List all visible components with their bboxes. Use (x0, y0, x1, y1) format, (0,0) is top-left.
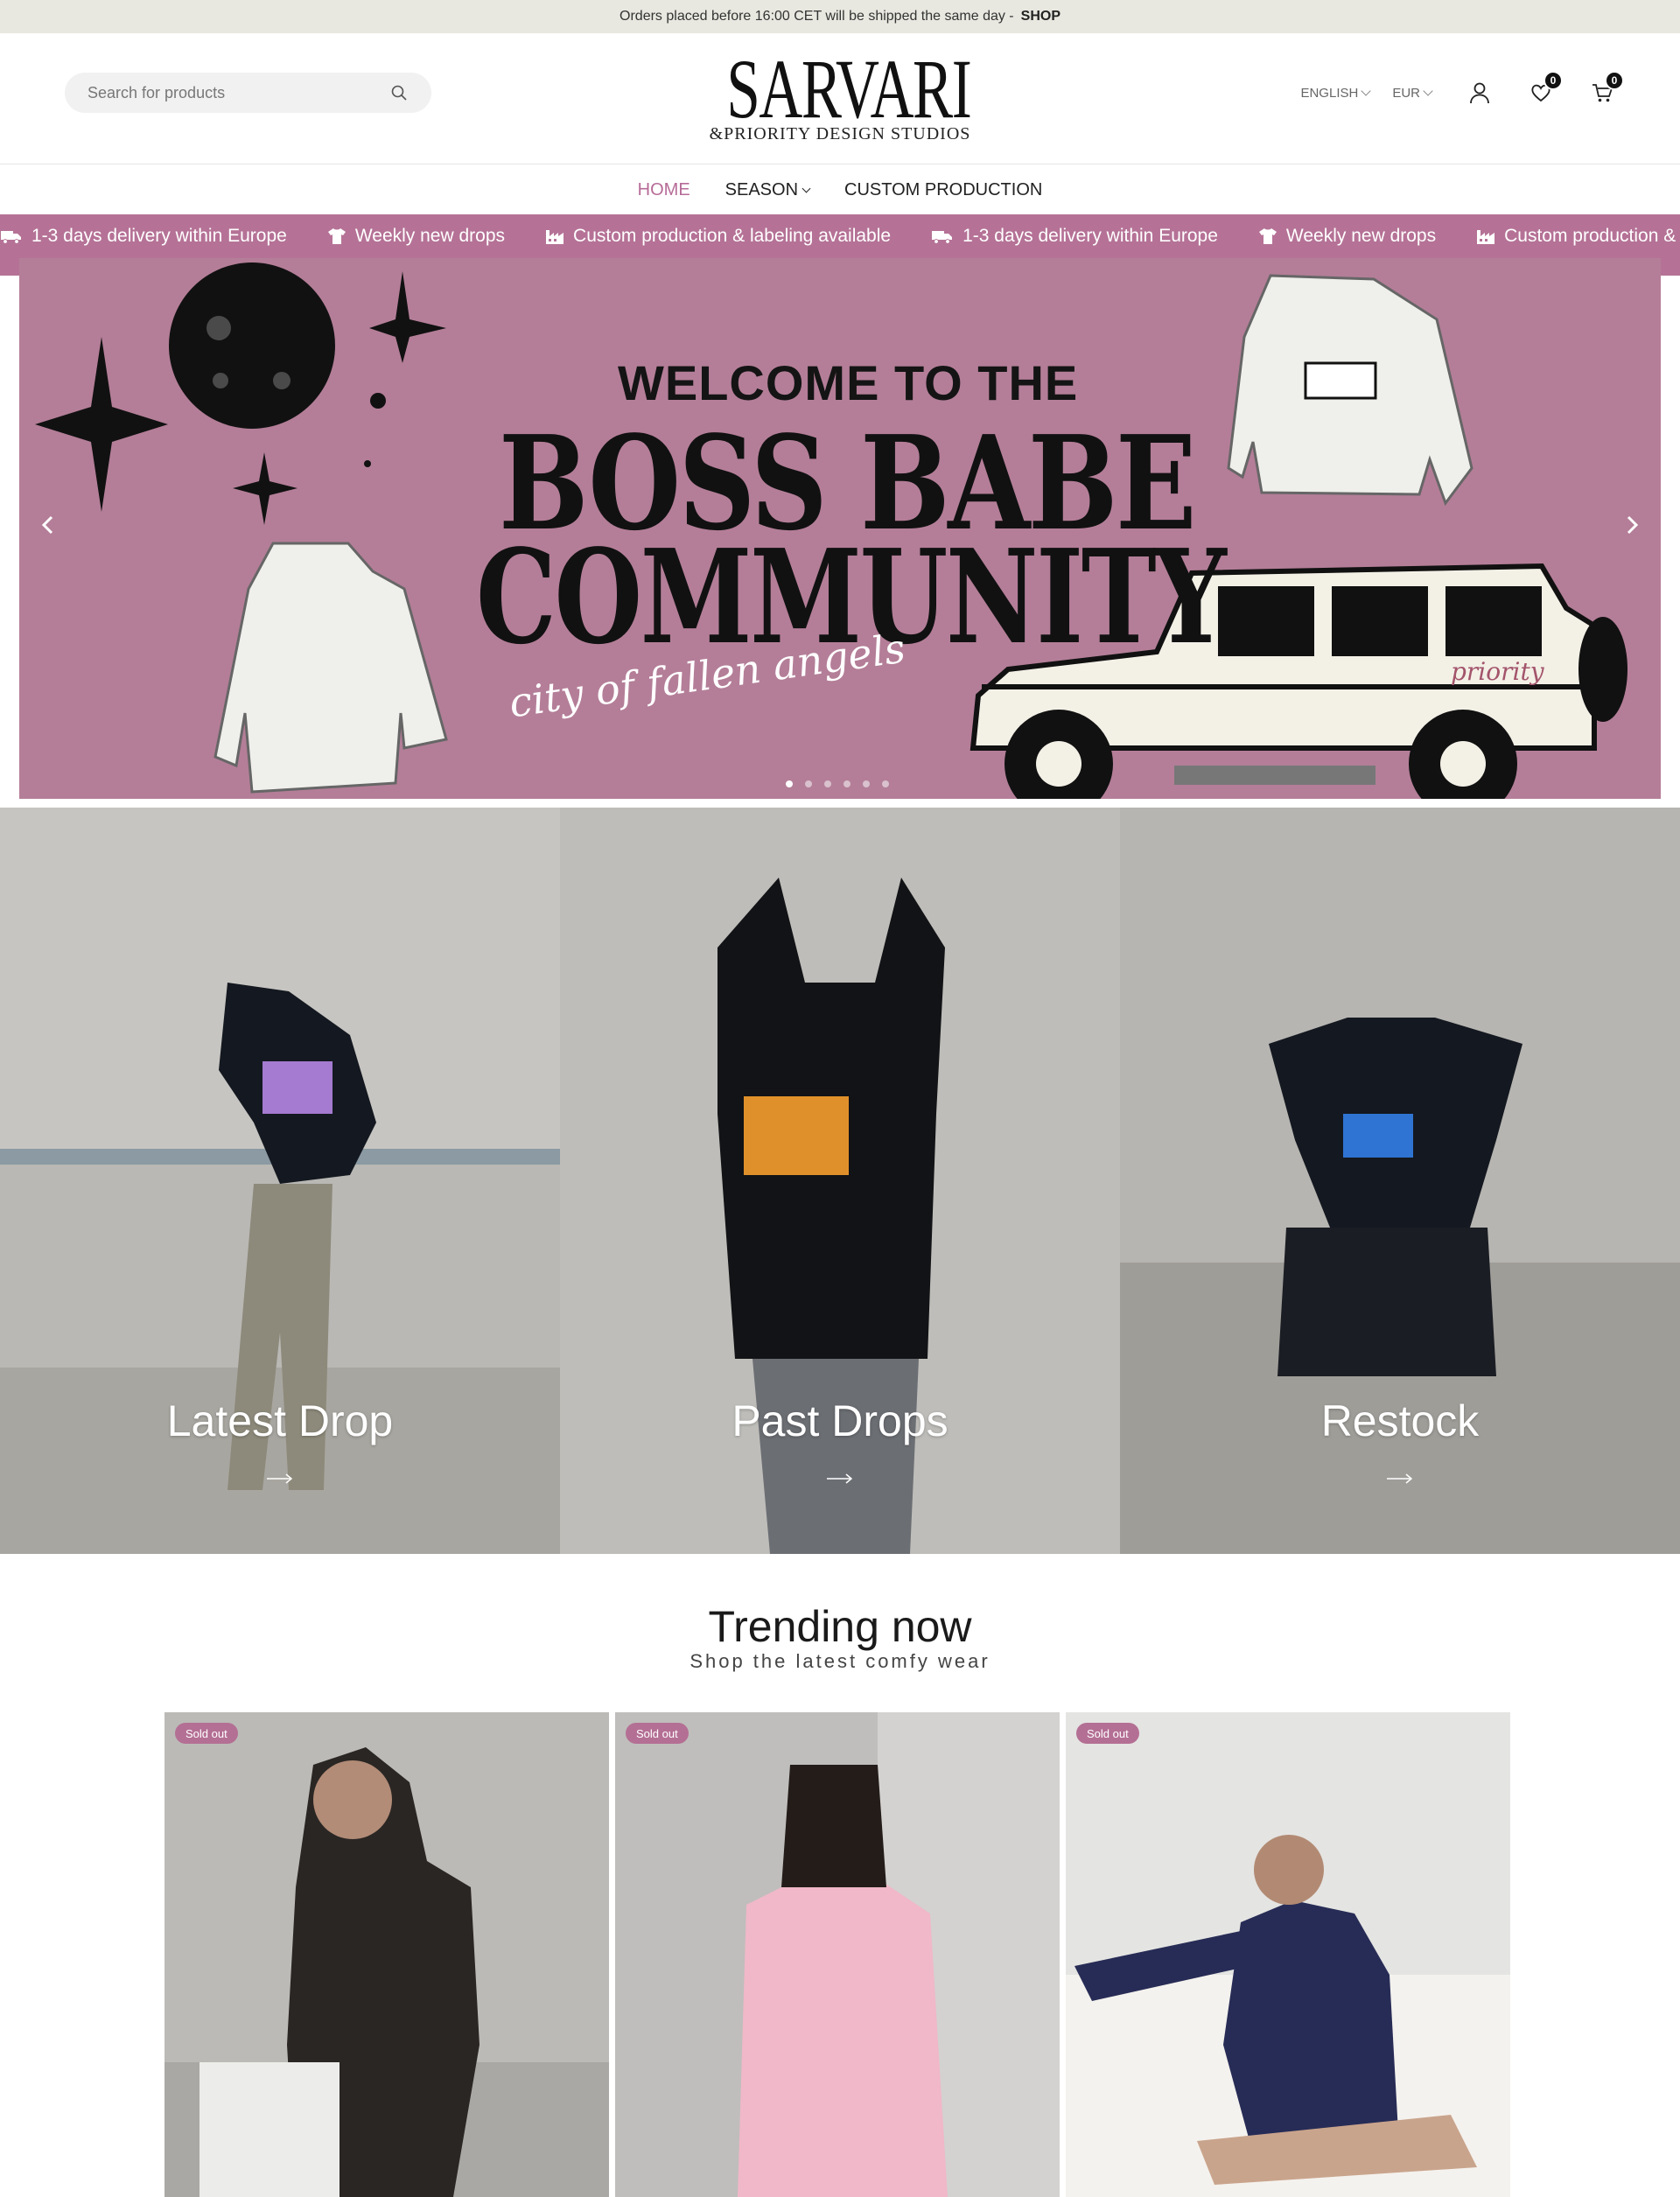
currency-value: EUR (1392, 85, 1420, 101)
chevron-right-icon (1627, 515, 1639, 535)
ticker-item: Weekly new drops (1258, 226, 1436, 247)
product-image (615, 1712, 1060, 2197)
search-bar[interactable] (65, 73, 431, 113)
nav-item-label: CUSTOM PRODUCTION (844, 179, 1043, 199)
ticker-label: 1-3 days delivery within Europe (32, 226, 287, 246)
slider-dot[interactable] (882, 780, 889, 787)
ticker-item: 1-3 days delivery within Europe (931, 226, 1218, 247)
product-card[interactable]: Sold out (1066, 1712, 1510, 2197)
product-image (164, 1712, 609, 2197)
product-card[interactable]: Sold out (164, 1712, 609, 2197)
nav-item-custom-production[interactable]: CUSTOM PRODUCTION (844, 180, 1042, 200)
ticker-item: Custom production & labeling available (545, 226, 891, 247)
search-icon[interactable] (389, 83, 409, 102)
collection-past-drops[interactable]: Past Drops (560, 808, 1120, 1554)
logo-main: SARVARI (726, 42, 971, 136)
ticker-label: Weekly new drops (354, 226, 506, 246)
account-button[interactable] (1466, 80, 1493, 106)
truck-icon (932, 231, 953, 244)
wishlist-count: 0 (1544, 71, 1563, 90)
ticker-label: 1-3 days delivery within Europe (962, 226, 1218, 246)
slider-dot[interactable] (844, 780, 850, 787)
hero-car-label: priority (1451, 657, 1544, 686)
collection-grid: Latest Drop Past Drops Restock (0, 808, 1680, 1554)
slider-dot[interactable] (824, 780, 831, 787)
ticker-item: Custom production & labeling available (1476, 226, 1680, 247)
site-logo[interactable]: SARVARI &PRIORITY DESIGN STUDIOS (682, 42, 998, 149)
wishlist-button[interactable]: 0 (1528, 71, 1563, 106)
section-subtitle: Shop the latest comfy wear (690, 1650, 990, 1672)
nav-item-season[interactable]: SEASON (724, 179, 811, 200)
truck-icon (1, 231, 21, 244)
collection-latest-drop[interactable]: Latest Drop (0, 808, 560, 1554)
section-title: Trending now (708, 1602, 972, 1651)
chevron-left-icon (41, 515, 53, 535)
cart-count: 0 (1605, 71, 1624, 90)
collection-title: Past Drops (732, 1396, 948, 1445)
chevron-down-icon (1361, 86, 1371, 96)
nav-item-home[interactable]: HOME (638, 180, 690, 200)
announcement-shop-link[interactable]: SHOP (1021, 9, 1060, 24)
factory-icon (546, 230, 564, 244)
cart-button[interactable]: 0 (1589, 71, 1624, 106)
chevron-down-icon (1423, 86, 1433, 96)
nav-item-label: SEASON (724, 179, 799, 199)
slider-next-button[interactable] (1619, 512, 1645, 538)
tshirt-icon (327, 228, 346, 244)
product-grid: Sold out Sold out Sold out (164, 1712, 1510, 2197)
ticker-item: 1-3 days delivery within Europe (0, 226, 287, 247)
announcement-text: Orders placed before 16:00 CET will be s… (620, 9, 1014, 24)
sold-out-badge: Sold out (626, 1723, 689, 1744)
collection-title: Latest Drop (166, 1396, 394, 1445)
hero-slider[interactable]: WELCOME TO THE BOSS BABE COMMUNITY city … (19, 258, 1661, 799)
sold-out-badge: Sold out (175, 1723, 238, 1744)
arrow-right-icon (827, 1473, 853, 1484)
slider-dot[interactable] (805, 780, 812, 787)
nav-item-label: HOME (637, 179, 690, 199)
language-selector[interactable]: ENGLISH (1300, 85, 1371, 101)
slider-dots (786, 780, 889, 787)
slider-dot[interactable] (863, 780, 870, 787)
currency-selector[interactable]: EUR (1392, 85, 1433, 101)
ticker-label: Custom production & labeling available (1504, 226, 1680, 246)
ticker-item: Weekly new drops (327, 226, 505, 247)
ticker-label: Custom production & labeling available (573, 226, 892, 246)
arrow-right-icon (267, 1473, 293, 1484)
ticker-label: Weekly new drops (1285, 226, 1437, 246)
main-nav: HOME SEASON CUSTOM PRODUCTION (0, 165, 1680, 214)
user-icon (1470, 82, 1489, 104)
product-card[interactable]: Sold out (615, 1712, 1060, 2197)
chevron-down-icon (802, 184, 811, 192)
site-header: SARVARI &PRIORITY DESIGN STUDIOS ENGLISH… (0, 33, 1680, 164)
slider-dot[interactable] (786, 780, 793, 787)
arrow-right-icon (1387, 1473, 1413, 1484)
slider-prev-button[interactable] (35, 512, 61, 538)
sold-out-badge: Sold out (1076, 1723, 1139, 1744)
product-image (1066, 1712, 1510, 2197)
announcement-bar: Orders placed before 16:00 CET will be s… (0, 0, 1680, 33)
factory-icon (1477, 230, 1495, 244)
hero-welcome: WELCOME TO THE (618, 355, 1079, 410)
header-actions: ENGLISH EUR 0 0 (1300, 71, 1624, 113)
search-input[interactable] (88, 83, 389, 102)
collection-title: Restock (1320, 1396, 1480, 1445)
collection-restock[interactable]: Restock (1120, 808, 1680, 1554)
language-value: ENGLISH (1300, 85, 1359, 101)
tshirt-icon (1258, 228, 1277, 244)
